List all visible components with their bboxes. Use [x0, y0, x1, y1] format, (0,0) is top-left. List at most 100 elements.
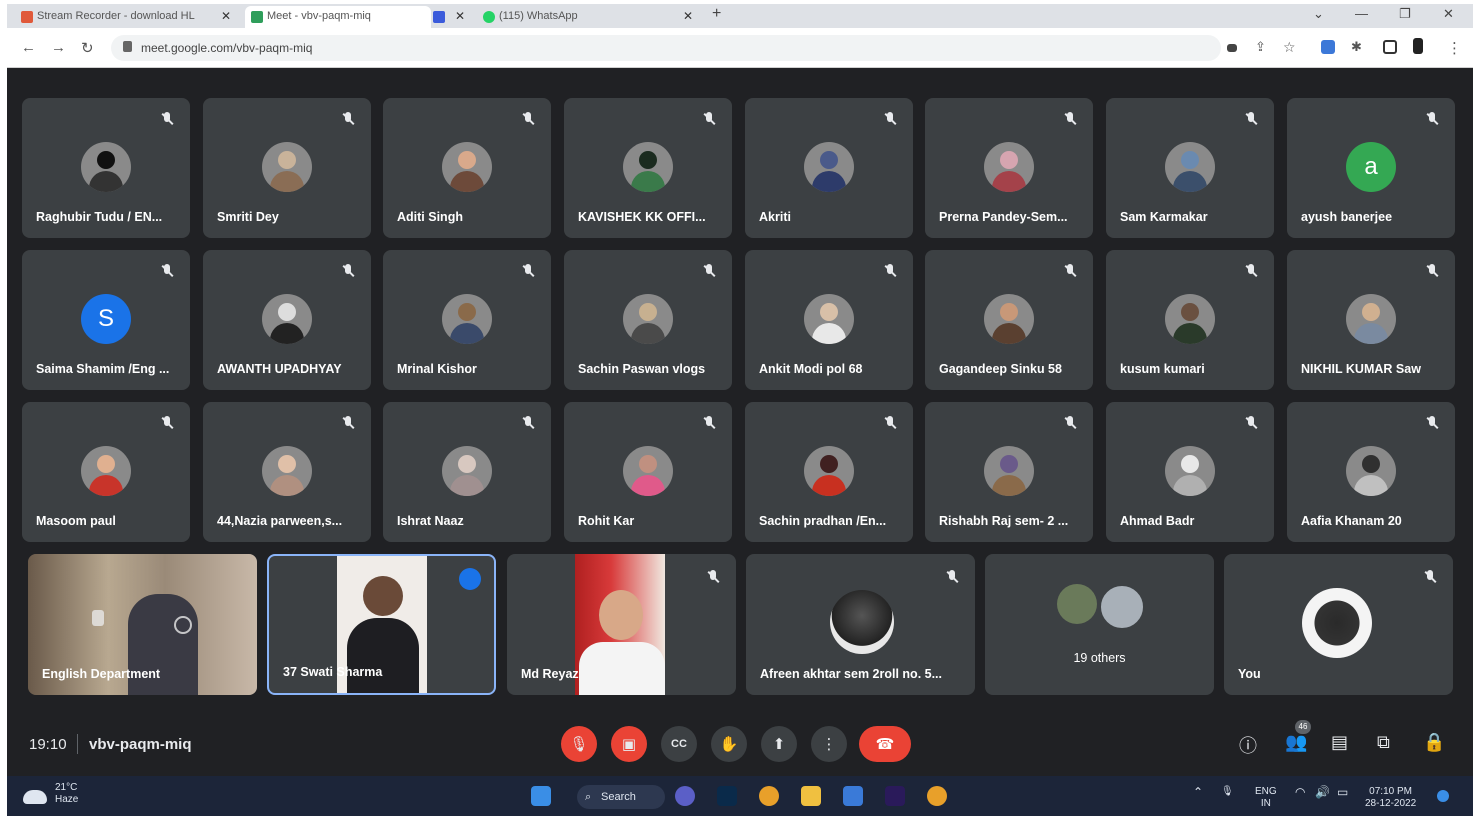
tab-whatsapp[interactable]: (115) WhatsApp ✕: [477, 6, 699, 28]
tab-search-chevron-icon[interactable]: ⌄: [1313, 6, 1324, 22]
host-controls-icon[interactable]: 🔒: [1423, 732, 1445, 753]
participant-tile[interactable]: Ishrat Naaz: [383, 402, 551, 542]
new-tab-button[interactable]: +: [712, 5, 721, 23]
weather-widget[interactable]: 21°C Haze: [55, 782, 78, 806]
close-icon[interactable]: ✕: [221, 6, 231, 26]
remove-icon[interactable]: [174, 616, 192, 634]
avatar: [1165, 294, 1215, 344]
participant-tile[interactable]: kusum kumari: [1106, 250, 1274, 390]
toggle-camera-button[interactable]: ▣: [611, 726, 647, 762]
battery-icon[interactable]: ▭: [1337, 786, 1348, 798]
avatar-body: [450, 475, 484, 496]
close-icon[interactable]: ✕: [683, 6, 693, 26]
reload-icon[interactable]: ↻: [81, 39, 94, 57]
participant-name: KAVISHEK KK OFFI...: [578, 210, 706, 224]
participant-count-badge: 46: [1295, 720, 1311, 734]
back-icon[interactable]: ←: [21, 39, 36, 56]
participant-tile[interactable]: Ankit Modi pol 68: [745, 250, 913, 390]
meeting-code: vbv-paqm-miq: [89, 736, 192, 753]
participant-tile[interactable]: Masoom paul: [22, 402, 190, 542]
windows-start-icon[interactable]: [531, 786, 551, 806]
participant-tile[interactable]: Mrinal Kishor: [383, 250, 551, 390]
avatar: [1346, 294, 1396, 344]
participant-tile[interactable]: AWANTH UPADHYAY: [203, 250, 371, 390]
participant-tile[interactable]: Sachin pradhan /En...: [745, 402, 913, 542]
close-icon[interactable]: ✕: [455, 6, 465, 26]
tile-md-reyaz[interactable]: Md Reyaz: [507, 554, 736, 695]
present-screen-button[interactable]: ⬆: [761, 726, 797, 762]
notification-icon[interactable]: [1437, 790, 1449, 802]
more-options-button[interactable]: ⋮: [811, 726, 847, 762]
volume-icon[interactable]: 🔊: [1315, 786, 1330, 798]
avatar: [984, 294, 1034, 344]
activities-icon[interactable]: ⧉: [1377, 732, 1390, 753]
windows-taskbar: 21°C Haze ⌕ Search ⌃ 🎙 ENG IN ◠ 🔊 ▭ 07:1…: [7, 776, 1473, 816]
photoshop-icon[interactable]: [717, 786, 737, 806]
forward-icon[interactable]: →: [51, 39, 66, 56]
share-icon[interactable]: ⇪: [1255, 39, 1266, 55]
extension-icon[interactable]: [1321, 40, 1335, 54]
tab-stream-recorder[interactable]: Stream Recorder - download HL ✕: [15, 6, 237, 28]
participant-tile[interactable]: Rohit Kar: [564, 402, 732, 542]
tray-overflow-icon[interactable]: ⌃: [1193, 786, 1203, 798]
sidebar-icon[interactable]: [1383, 40, 1397, 54]
taskbar-search[interactable]: ⌕ Search: [577, 785, 665, 809]
avatar: [623, 142, 673, 192]
participant-tile[interactable]: S Saima Shamim /Eng ...: [22, 250, 190, 390]
raise-hand-button[interactable]: ✋: [711, 726, 747, 762]
weather-cloud-icon[interactable]: [23, 790, 47, 804]
captions-button[interactable]: CC: [661, 726, 697, 762]
menu-dots-icon[interactable]: ⋮: [1447, 39, 1462, 57]
meet-stage: Raghubir Tudu / EN... Smriti Dey Aditi Sin…: [7, 70, 1473, 714]
participant-tile[interactable]: Raghubir Tudu / EN...: [22, 98, 190, 238]
muted-mic-icon: [883, 112, 897, 126]
participant-tile[interactable]: a ayush banerjee: [1287, 98, 1455, 238]
chrome-active-icon[interactable]: [927, 786, 947, 806]
tile-afreen-akhtar[interactable]: Afreen akhtar sem 2roll no. 5...: [746, 554, 975, 695]
tab-meet[interactable]: Meet - vbv-paqm-miq: [245, 6, 431, 28]
premiere-pro-icon[interactable]: [885, 786, 905, 806]
participant-tile[interactable]: KAVISHEK KK OFFI...: [564, 98, 732, 238]
participant-tile[interactable]: Smriti Dey: [203, 98, 371, 238]
profile-icon[interactable]: [1413, 38, 1423, 54]
bookmark-star-icon[interactable]: ☆: [1283, 39, 1296, 56]
participant-tile[interactable]: Sachin Paswan vlogs: [564, 250, 732, 390]
participant-tile[interactable]: NIKHIL KUMAR Saw: [1287, 250, 1455, 390]
chrome-icon[interactable]: [759, 786, 779, 806]
language-indicator[interactable]: ENG IN: [1255, 786, 1277, 810]
participant-tile[interactable]: Aditi Singh: [383, 98, 551, 238]
pin-icon[interactable]: [92, 610, 104, 626]
extensions-puzzle-icon[interactable]: ✱: [1351, 39, 1362, 55]
camera-icon[interactable]: [1227, 44, 1237, 52]
people-icon[interactable]: 👥: [1285, 732, 1307, 753]
system-clock[interactable]: 07:10 PM 28-12-2022: [1365, 786, 1416, 810]
tile-you[interactable]: You: [1224, 554, 1453, 695]
teams-chat-icon[interactable]: [675, 786, 695, 806]
tab-pinned[interactable]: ✕: [427, 6, 471, 28]
participant-tile[interactable]: Akriti: [745, 98, 913, 238]
tile-english-department[interactable]: English Department: [28, 554, 257, 695]
participant-tile[interactable]: Aafia Khanam 20: [1287, 402, 1455, 542]
meeting-details-icon[interactable]: ⓘ: [1239, 732, 1257, 758]
participant-tile[interactable]: 44,Nazia parween,s...: [203, 402, 371, 542]
participant-tile[interactable]: Ahmad Badr: [1106, 402, 1274, 542]
participant-tile[interactable]: Prerna Pandey-Sem...: [925, 98, 1093, 238]
participant-tile[interactable]: Gagandeep Sinku 58: [925, 250, 1093, 390]
muted-mic-icon: [883, 416, 897, 430]
participant-tile[interactable]: Sam Karmakar: [1106, 98, 1274, 238]
participant-name: Prerna Pandey-Sem...: [939, 210, 1068, 224]
leave-call-button[interactable]: ☎: [859, 726, 911, 762]
maximize-icon[interactable]: ❐: [1399, 6, 1411, 22]
microphone-tray-icon[interactable]: 🎙: [1221, 786, 1234, 798]
toggle-mic-button[interactable]: 🎙: [561, 726, 597, 762]
minimize-icon[interactable]: —: [1355, 6, 1368, 21]
tile-swati-sharma[interactable]: 37 Swati Sharma: [267, 554, 496, 695]
participant-tile[interactable]: Rishabh Raj sem- 2 ...: [925, 402, 1093, 542]
file-explorer-icon[interactable]: [801, 786, 821, 806]
app-icon[interactable]: [843, 786, 863, 806]
chat-icon[interactable]: ▤: [1331, 732, 1348, 753]
close-window-icon[interactable]: ✕: [1443, 6, 1454, 22]
tile-others[interactable]: 19 others: [985, 554, 1214, 695]
url-field[interactable]: meet.google.com/vbv-paqm-miq: [111, 35, 1221, 61]
wifi-icon[interactable]: ◠: [1295, 786, 1305, 798]
